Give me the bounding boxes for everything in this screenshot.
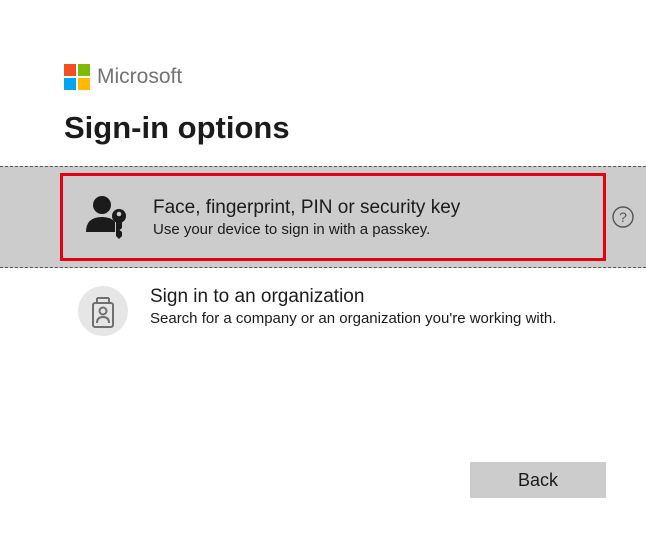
microsoft-logo-icon [64,64,90,90]
option-organization[interactable]: Sign in to an organization Search for a … [60,268,606,354]
option-passkey-title: Face, fingerprint, PIN or security key [153,197,553,219]
option-passkey-wrapper: Face, fingerprint, PIN or security key U… [0,166,646,268]
brand-row: Microsoft [64,64,582,90]
organization-badge-icon [78,286,128,336]
brand-name: Microsoft [97,65,182,89]
svg-text:?: ? [619,209,627,225]
help-icon[interactable]: ? [612,206,634,228]
option-organization-title: Sign in to an organization [150,286,588,308]
option-organization-description: Search for a company or an organization … [150,310,588,327]
page-title: Sign-in options [64,110,582,146]
option-passkey[interactable]: Face, fingerprint, PIN or security key U… [60,173,606,261]
passkey-icon [81,192,131,242]
back-button[interactable]: Back [470,462,606,498]
option-passkey-description: Use your device to sign in with a passke… [153,221,553,238]
